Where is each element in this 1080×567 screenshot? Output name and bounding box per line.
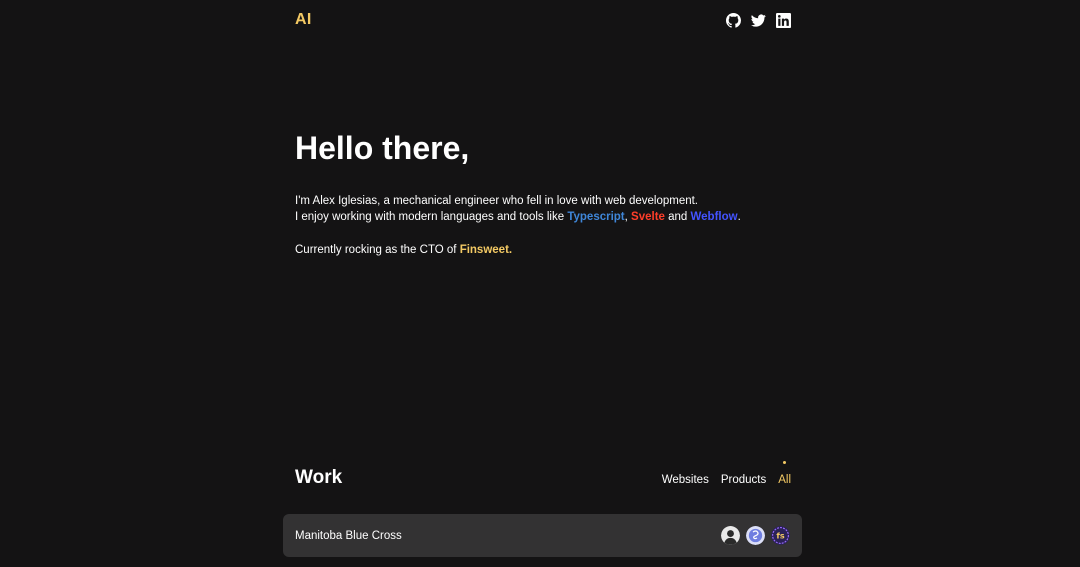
- work-item-tech-avatars: fs: [721, 526, 790, 545]
- finsweet-avatar-icon: fs: [771, 526, 790, 545]
- twitter-link[interactable]: [751, 13, 766, 28]
- filter-products[interactable]: Products: [721, 474, 766, 486]
- intro-line-2-prefix: I enjoy working with modern languages an…: [295, 211, 568, 223]
- cto-prefix: Currently rocking as the CTO of: [295, 244, 460, 256]
- svg-text:fs: fs: [776, 532, 785, 541]
- person-avatar-icon: [721, 526, 740, 545]
- site-logo[interactable]: AI: [295, 11, 312, 29]
- filter-all-label: All: [778, 474, 791, 486]
- page: AI Hello there, I'm Alex Iglesias, a mec…: [0, 0, 1080, 567]
- linkedin-icon: [776, 12, 791, 28]
- intro-line-1: I'm Alex Iglesias, a mechanical engineer…: [295, 195, 698, 207]
- github-icon: [726, 12, 741, 28]
- intro-line-2: I enjoy working with modern languages an…: [295, 209, 815, 225]
- filter-websites[interactable]: Websites: [662, 474, 709, 486]
- work-title: Work: [295, 467, 343, 488]
- filter-all[interactable]: All: [778, 461, 791, 486]
- work-header: Work Websites Products All: [295, 461, 791, 490]
- svelte-link[interactable]: Svelte: [631, 211, 665, 223]
- intro-text: I'm Alex Iglesias, a mechanical engineer…: [295, 193, 815, 258]
- twitter-icon: [751, 14, 766, 27]
- intro-line-2-suffix: .: [737, 211, 741, 223]
- cto-line: Currently rocking as the CTO of Finsweet…: [295, 242, 815, 258]
- typescript-link[interactable]: Typescript: [567, 211, 624, 223]
- site-header: AI: [295, 8, 791, 32]
- github-link[interactable]: [726, 12, 741, 28]
- active-dot-icon: [783, 461, 787, 464]
- svelte-avatar-icon: [746, 526, 765, 545]
- work-filters: Websites Products All: [662, 461, 791, 486]
- work-item-manitoba-blue-cross[interactable]: Manitoba Blue Cross fs: [283, 514, 802, 557]
- finsweet-link[interactable]: Finsweet.: [460, 244, 512, 256]
- social-links: [726, 12, 791, 28]
- and-separator: and: [664, 211, 691, 223]
- webflow-link[interactable]: Webflow: [691, 211, 738, 223]
- linkedin-link[interactable]: [776, 12, 791, 28]
- work-item-title: Manitoba Blue Cross: [295, 529, 402, 542]
- hero-title: Hello there,: [295, 130, 470, 166]
